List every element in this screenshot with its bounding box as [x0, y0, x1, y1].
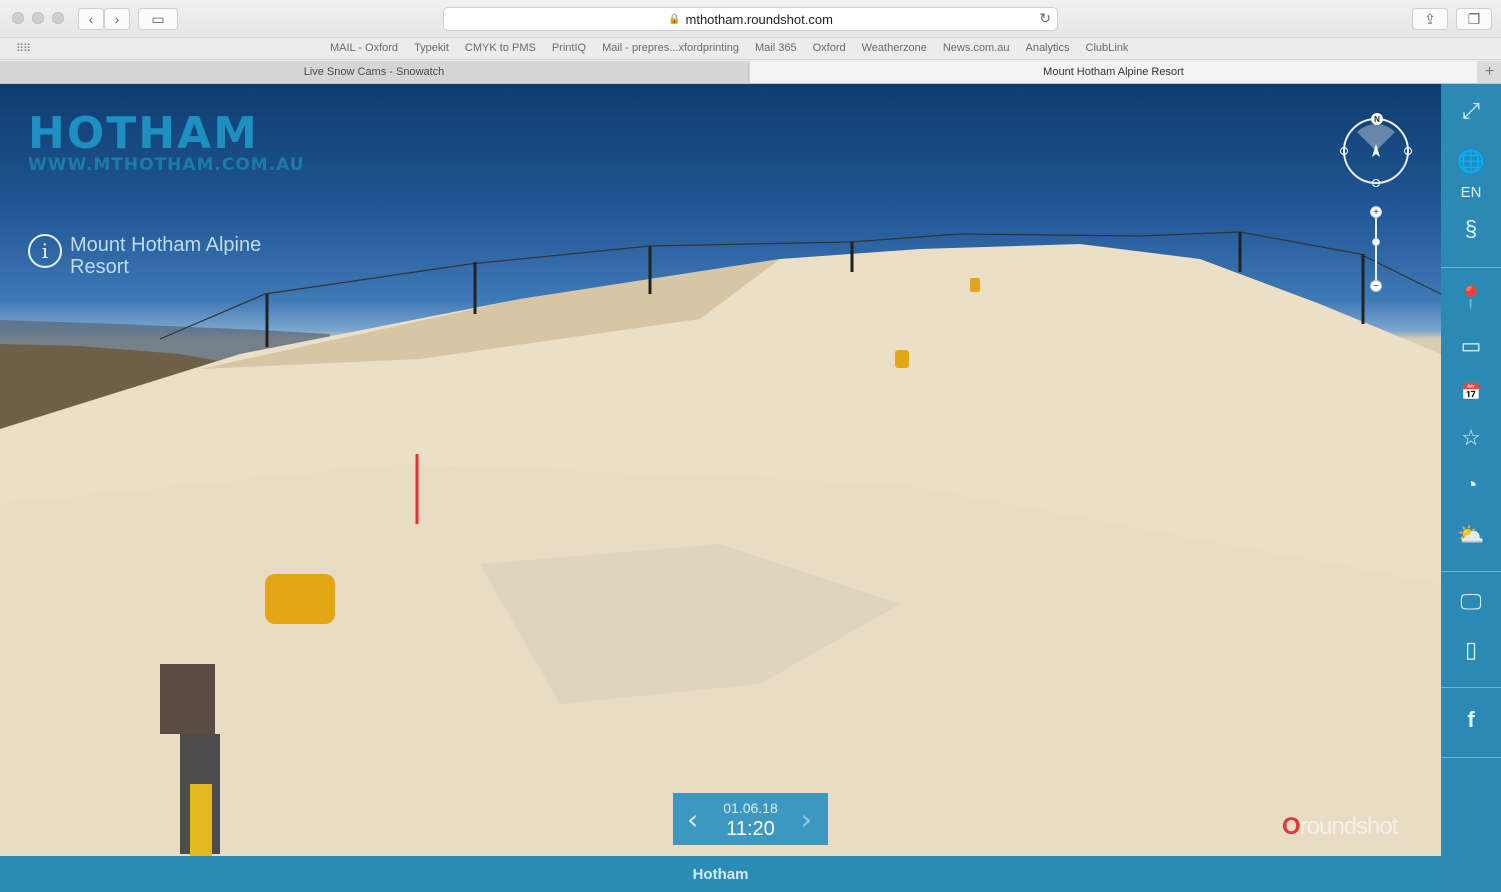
panorama-viewport[interactable]: HOTHAM WWW.MTHOTHAM.COM.AU i Mount Hotha… — [0, 84, 1441, 856]
compass-west-dot — [1340, 147, 1348, 155]
zoom-slider-handle[interactable] — [1372, 238, 1380, 246]
zoom-out-button[interactable]: − — [1370, 280, 1382, 292]
paragraph-icon[interactable]: § — [1441, 211, 1501, 247]
browser-toolbar: ‹ › ▭ 🔒 mthotham.roundshot.com ↻ ⇪ ❐ — [0, 0, 1501, 38]
url-text: mthotham.roundshot.com — [685, 11, 833, 27]
card-icon[interactable]: ▭ — [1441, 328, 1501, 364]
side-panel: ⤢ 🌐 EN § 📍 ▭ 📅 ☆ ◔ ⛅ 🖵 ▯ f — [1441, 84, 1501, 892]
lock-icon: 🔒 — [668, 13, 681, 25]
compass-view-cone — [1357, 124, 1395, 157]
chevron-left-icon: ‹ — [88, 11, 94, 27]
location-title: Mount Hotham Alpine Resort — [70, 234, 262, 278]
phone-info-icon[interactable]: ▯ — [1441, 632, 1501, 668]
facebook-icon[interactable]: f — [1441, 702, 1501, 738]
chevron-right-icon: › — [114, 11, 120, 27]
star-icon[interactable]: ☆ — [1441, 420, 1501, 456]
pie-clock-icon[interactable]: ◔ — [1441, 467, 1501, 503]
bookmark-item[interactable]: MAIL - Oxford — [330, 42, 398, 54]
hotham-logo[interactable]: HOTHAM WWW.MTHOTHAM.COM.AU — [28, 108, 305, 175]
globe-icon[interactable]: 🌐 — [1441, 144, 1501, 180]
sidebar-toggle-button[interactable]: ▭ — [138, 8, 178, 30]
roundshot-logo-icon: O — [1282, 813, 1301, 840]
close-window-button[interactable] — [12, 12, 24, 24]
logo-url-text: WWW.MTHOTHAM.COM.AU — [28, 155, 305, 175]
compass-north-label: N — [1371, 113, 1383, 125]
bookmark-item[interactable]: Mail - prepres...xfordprinting — [602, 42, 739, 54]
bookmark-item[interactable]: Oxford — [813, 42, 846, 54]
zoom-in-button[interactable]: + — [1370, 206, 1382, 218]
previous-image-button[interactable]: ‹ — [687, 803, 698, 836]
minimize-window-button[interactable] — [32, 12, 44, 24]
calendar-24-icon[interactable]: 📅 — [1441, 374, 1501, 410]
language-label[interactable]: EN — [1441, 182, 1501, 202]
time-selector: ‹ 01.06.18 11:20 › — [673, 793, 828, 845]
bookmark-item[interactable]: Analytics — [1025, 42, 1069, 54]
forward-button[interactable]: › — [104, 8, 130, 30]
location-pin-icon[interactable]: 📍 — [1441, 280, 1501, 316]
snow-slope-scene — [0, 231, 1441, 856]
camera-name-bar[interactable]: Hotham — [0, 856, 1441, 892]
grid-icon[interactable]: ⠿⠿ — [16, 42, 31, 55]
new-tab-button[interactable]: + — [1478, 61, 1501, 83]
bookmark-item[interactable]: Mail 365 — [755, 42, 797, 54]
bookmark-item[interactable]: Typekit — [414, 42, 449, 54]
tab-bar: Live Snow Cams - Snowatch Mount Hotham A… — [0, 61, 1501, 84]
bookmark-item[interactable]: ClubLink — [1086, 42, 1129, 54]
tab-mount-hotham[interactable]: Mount Hotham Alpine Resort — [750, 61, 1477, 83]
reload-icon[interactable]: ↻ — [1039, 10, 1051, 27]
sidebar-icon: ▭ — [151, 10, 165, 27]
location-info[interactable]: i Mount Hotham Alpine Resort — [28, 234, 300, 278]
bookmark-item[interactable]: Weatherzone — [862, 42, 927, 54]
share-button[interactable]: ⇪ — [1412, 8, 1448, 30]
compass-south-dot — [1372, 179, 1380, 187]
back-button[interactable]: ‹ — [78, 8, 104, 30]
bookmark-list: MAIL - Oxford Typekit CMYK to PMS PrintIQ Ma… — [330, 42, 1128, 54]
weather-icon[interactable]: ⛅ — [1441, 517, 1501, 553]
next-image-button[interactable]: › — [801, 803, 812, 836]
info-icon[interactable]: i — [28, 234, 62, 268]
bookmark-item[interactable]: CMYK to PMS — [465, 42, 536, 54]
bookmarks-bar: ⠿⠿ MAIL - Oxford Typekit CMYK to PMS PrintI… — [0, 38, 1501, 60]
tab-live-snow-cams[interactable]: Live Snow Cams - Snowatch — [0, 61, 749, 83]
tabs-overview-button[interactable]: ❐ — [1456, 8, 1492, 30]
address-bar[interactable]: 🔒 mthotham.roundshot.com ↻ — [443, 7, 1058, 31]
fullscreen-icon[interactable]: ⤢ — [1441, 93, 1501, 129]
plus-icon: + — [1484, 63, 1495, 80]
monitor-icon[interactable]: 🖵 — [1441, 584, 1501, 620]
logo-main-text: HOTHAM — [28, 108, 259, 159]
compass-east-dot — [1404, 147, 1412, 155]
bookmark-item[interactable]: PrintIQ — [552, 42, 586, 54]
share-icon: ⇪ — [1424, 10, 1436, 27]
roundshot-brand: Oroundshot — [1282, 813, 1399, 841]
compass[interactable]: N — [1340, 113, 1412, 187]
zoom-slider[interactable] — [1375, 212, 1377, 290]
tabs-icon: ❐ — [1467, 10, 1481, 27]
bookmark-item[interactable]: News.com.au — [943, 42, 1010, 54]
camera-name: Hotham — [692, 865, 749, 883]
zoom-window-button[interactable] — [52, 12, 64, 24]
brand-text: roundshot — [1299, 813, 1399, 840]
